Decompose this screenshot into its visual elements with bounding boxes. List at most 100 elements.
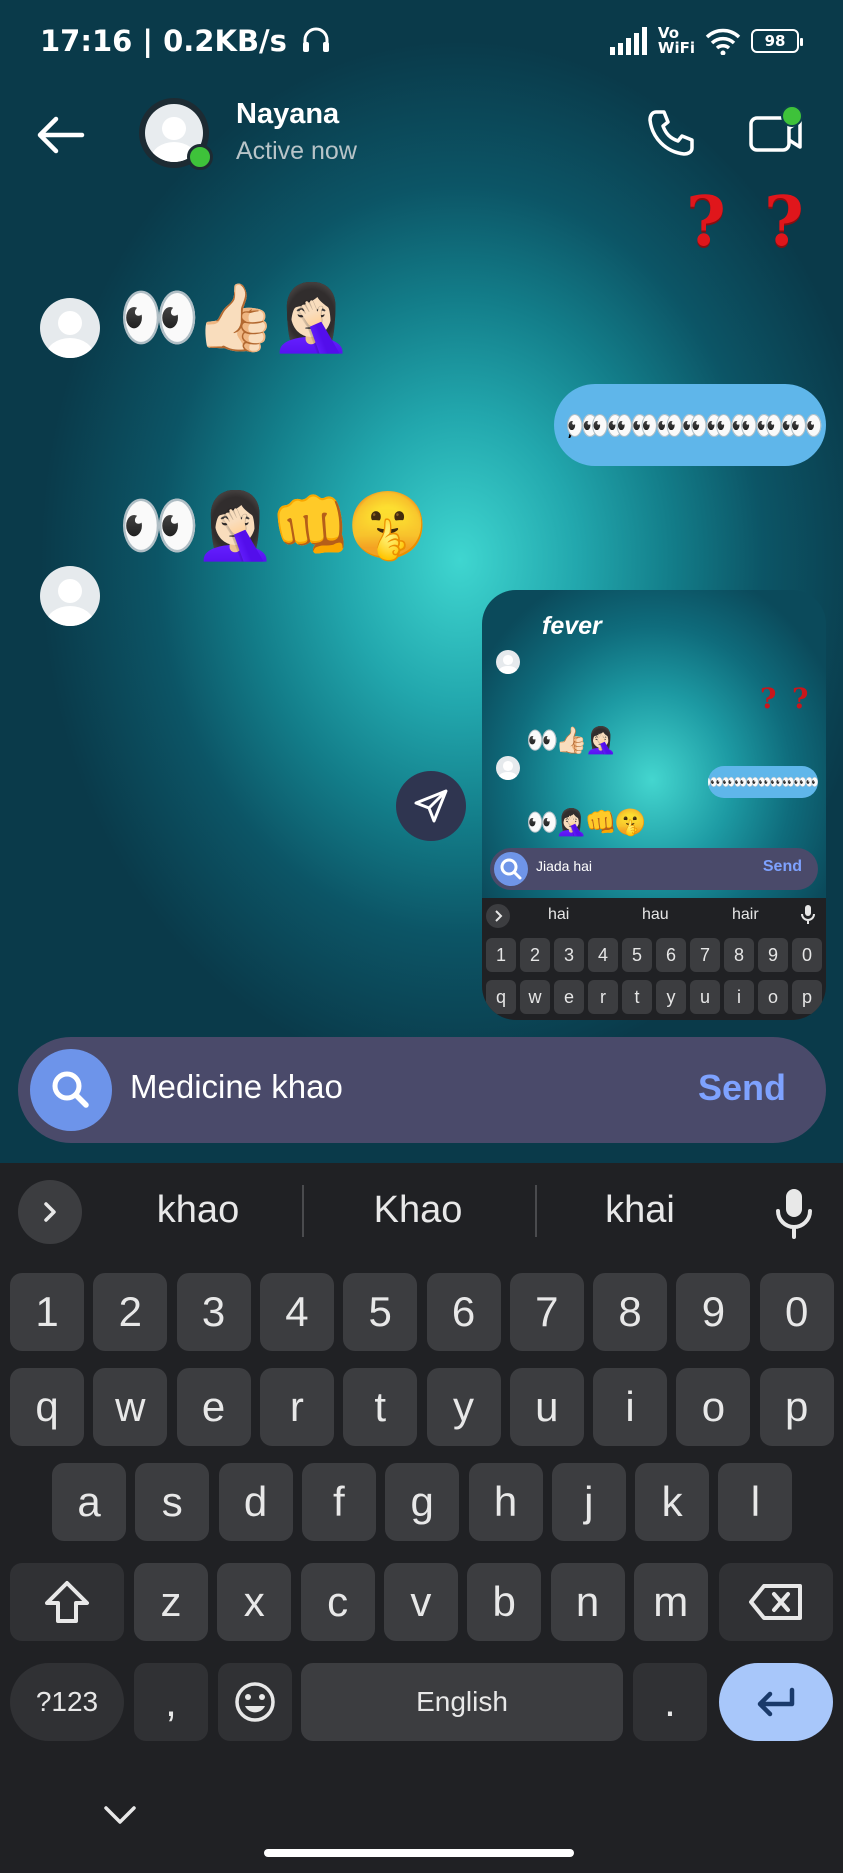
- question-mark: ?: [686, 182, 726, 262]
- screenshot-suggestion: hair: [732, 906, 759, 923]
- number-key[interactable]: 5: [343, 1273, 418, 1351]
- suggestion-item[interactable]: khai: [540, 1189, 740, 1232]
- question-mark: ?: [764, 182, 804, 262]
- letter-key[interactable]: v: [383, 1563, 458, 1641]
- status-time-text: 17:16 | 0.2KB/s: [40, 24, 287, 58]
- home-indicator[interactable]: [264, 1849, 574, 1857]
- number-key[interactable]: 9: [676, 1273, 751, 1351]
- suggestion-item[interactable]: khao: [98, 1189, 298, 1232]
- screenshot-key: o: [758, 980, 788, 1014]
- send-button[interactable]: Send: [698, 1067, 786, 1109]
- letter-key[interactable]: x: [217, 1563, 292, 1641]
- letter-key[interactable]: a: [52, 1463, 126, 1541]
- composer-bar: Send: [18, 1037, 826, 1143]
- screenshot-incoming-message: 👀👍🏻🤦🏻‍♀️: [526, 726, 617, 756]
- vowifi-bottom: WiFi: [657, 39, 695, 57]
- screenshot-avatar: [496, 756, 520, 780]
- comma-key[interactable]: ,: [134, 1663, 208, 1741]
- letter-key[interactable]: b: [467, 1563, 542, 1641]
- screenshot-key: 8: [724, 938, 754, 972]
- letter-key[interactable]: i: [593, 1368, 668, 1446]
- chevron-right-icon: [486, 904, 510, 928]
- letter-key[interactable]: r: [259, 1368, 334, 1446]
- number-key[interactable]: 1: [10, 1273, 84, 1351]
- letter-key[interactable]: j: [551, 1463, 626, 1541]
- letter-key[interactable]: o: [676, 1368, 751, 1446]
- screenshot-key: e: [554, 980, 584, 1014]
- chevron-down-icon[interactable]: [100, 1800, 140, 1830]
- suggestion-divider: [535, 1185, 537, 1237]
- incoming-message[interactable]: 👀🤦🏻‍♀️👊🤫: [118, 490, 429, 562]
- screenshot-key: 0: [792, 938, 822, 972]
- phone-icon[interactable]: [644, 106, 698, 160]
- wifi-icon: [705, 28, 741, 55]
- number-key[interactable]: 0: [759, 1273, 834, 1351]
- letter-key[interactable]: f: [301, 1463, 376, 1541]
- contact-name[interactable]: Nayana: [236, 98, 339, 131]
- number-key[interactable]: 3: [176, 1273, 251, 1351]
- enter-arrow-icon: [757, 1687, 795, 1717]
- screenshot-key: y: [656, 980, 686, 1014]
- letter-key[interactable]: h: [468, 1463, 543, 1541]
- screenshot-avatar: [496, 650, 520, 674]
- letter-key[interactable]: m: [633, 1563, 708, 1641]
- video-camera-icon[interactable]: [748, 104, 804, 160]
- number-key[interactable]: 8: [593, 1273, 668, 1351]
- letter-key[interactable]: p: [759, 1368, 834, 1446]
- symbols-key[interactable]: ?123: [10, 1663, 124, 1741]
- suggestion-item[interactable]: Khao: [318, 1189, 518, 1232]
- enter-key[interactable]: [719, 1663, 833, 1741]
- screenshot-key: w: [520, 980, 550, 1014]
- vowifi-indicator: Vo WiFi: [658, 26, 695, 56]
- letter-key[interactable]: c: [300, 1563, 375, 1641]
- screenshot-incoming-message: 👀🤦🏻‍♀️👊🤫: [526, 808, 646, 838]
- microphone-icon[interactable]: [770, 1185, 818, 1241]
- letter-key[interactable]: d: [218, 1463, 293, 1541]
- contact-avatar[interactable]: [139, 98, 213, 170]
- letter-key[interactable]: n: [550, 1563, 625, 1641]
- contact-status: Active now: [236, 137, 357, 165]
- number-key[interactable]: 4: [259, 1273, 334, 1351]
- screenshot-key: p: [792, 980, 822, 1014]
- screenshot-key: 5: [622, 938, 652, 972]
- letter-key[interactable]: z: [134, 1563, 208, 1641]
- share-button[interactable]: [396, 771, 466, 841]
- letter-key[interactable]: u: [509, 1368, 584, 1446]
- message-input[interactable]: [130, 1068, 570, 1106]
- letter-key[interactable]: w: [93, 1368, 168, 1446]
- letter-key[interactable]: t: [343, 1368, 418, 1446]
- incoming-message[interactable]: 👀👍🏻🤦🏻‍♀️: [118, 282, 353, 354]
- letter-key[interactable]: e: [176, 1368, 251, 1446]
- screenshot-question-mark: ?: [760, 682, 777, 715]
- screenshot-brand: fever: [542, 612, 602, 640]
- emoji-key[interactable]: [218, 1663, 292, 1741]
- screenshot-key: i: [724, 980, 754, 1014]
- letter-key[interactable]: g: [385, 1463, 460, 1541]
- outgoing-message[interactable]: ,👀👀👀👀👀👀👀👀👀👀: [554, 384, 826, 466]
- suggestion-expand-button[interactable]: [18, 1180, 82, 1244]
- screenshot-key: 2: [520, 938, 550, 972]
- letter-key[interactable]: s: [135, 1463, 210, 1541]
- back-arrow-icon[interactable]: [30, 110, 90, 160]
- image-message[interactable]: fever ? ? 👀👍🏻🤦🏻‍♀️ 👀👀👀👀👀👀👀👀👀👀 👀🤦🏻‍♀️👊🤫 J…: [482, 590, 826, 1020]
- letter-key[interactable]: l: [718, 1463, 793, 1541]
- search-icon: [52, 1071, 89, 1108]
- paper-plane-icon: [414, 789, 448, 823]
- screenshot-suggestion: hai: [548, 906, 570, 923]
- number-key[interactable]: 7: [509, 1273, 584, 1351]
- letter-key[interactable]: q: [10, 1368, 84, 1446]
- number-key[interactable]: 6: [426, 1273, 501, 1351]
- letter-key[interactable]: k: [635, 1463, 710, 1541]
- screenshot-key: 4: [588, 938, 618, 972]
- letter-key[interactable]: y: [426, 1368, 501, 1446]
- status-time: 17:16 | 0.2KB/s: [40, 24, 331, 58]
- number-key[interactable]: 2: [93, 1273, 168, 1351]
- smiley-icon: [235, 1682, 275, 1722]
- shift-key[interactable]: [10, 1563, 124, 1641]
- period-key[interactable]: .: [633, 1663, 707, 1741]
- backspace-icon: [749, 1584, 802, 1620]
- shift-arrow-icon: [45, 1581, 89, 1623]
- space-key[interactable]: English: [301, 1663, 623, 1741]
- search-button[interactable]: [30, 1049, 112, 1131]
- backspace-key[interactable]: [719, 1563, 833, 1641]
